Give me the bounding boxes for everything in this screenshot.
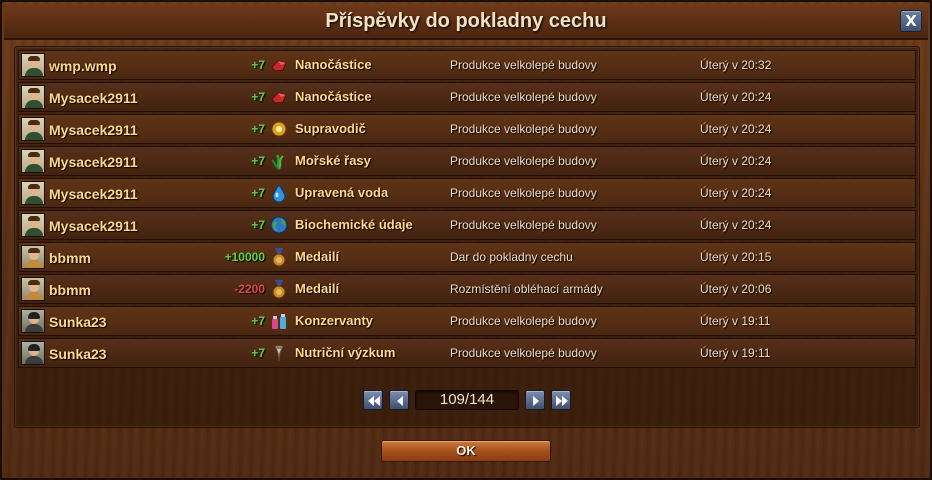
good-name: Medailí [295, 249, 340, 264]
avatar[interactable] [21, 149, 45, 173]
contribution-amount: +7 [251, 314, 265, 328]
contribution-amount: +7 [251, 122, 265, 136]
contributions-list: wmp.wmp +7 Nanočástice Produkce velkolepé b… [18, 50, 916, 370]
double-chevron-left-icon [368, 396, 380, 406]
avatar[interactable] [21, 53, 45, 77]
timestamp: Úterý v 19:11 [700, 314, 771, 328]
player-name[interactable]: Mysacek2911 [49, 115, 138, 143]
avatar[interactable] [21, 181, 45, 205]
player-name[interactable]: Mysacek2911 [49, 83, 138, 111]
contribution-amount: +7 [251, 218, 265, 232]
chevron-right-icon [533, 396, 539, 406]
contribution-amount: +7 [251, 154, 265, 168]
player-name[interactable]: Mysacek2911 [49, 211, 138, 239]
timestamp: Úterý v 20:06 [700, 282, 772, 296]
close-button[interactable]: X [900, 10, 922, 32]
superconductor-icon [269, 119, 289, 139]
timestamp: Úterý v 20:24 [700, 122, 772, 136]
table-row: wmp.wmp +7 Nanočástice Produkce velkolepé b… [18, 50, 916, 80]
avatar[interactable] [21, 117, 45, 141]
good-name: Mořské řasy [295, 153, 371, 168]
good-name: Nutriční výzkum [295, 345, 396, 360]
last-page-button[interactable] [551, 390, 571, 410]
player-name[interactable]: Sunka23 [49, 307, 107, 335]
good-name: Upravená voda [295, 185, 389, 200]
contribution-reason: Produkce velkolepé budovy [450, 90, 597, 104]
medal-icon [269, 279, 289, 299]
timestamp: Úterý v 19:11 [700, 346, 771, 360]
guild-treasury-contributions-window: Příspěvky do pokladny cechu X wmp.wmp +7 N… [0, 0, 932, 480]
title-bar: Příspěvky do pokladny cechu X [4, 4, 928, 40]
contribution-amount: -2200 [234, 282, 265, 296]
table-row: Sunka23 +7 Nutriční výzkum Produkce velkole… [18, 338, 916, 368]
contribution-reason: Dar do pokladny cechu [450, 250, 573, 264]
contribution-reason: Produkce velkolepé budovy [450, 218, 597, 232]
player-name[interactable]: bbmm [49, 275, 91, 303]
contribution-amount: +7 [251, 58, 265, 72]
contribution-reason: Produkce velkolepé budovy [450, 346, 597, 360]
chevron-left-icon [397, 396, 403, 406]
good-name: Medailí [295, 281, 340, 296]
good-name: Nanočástice [295, 89, 372, 104]
contribution-reason: Produkce velkolepé budovy [450, 186, 597, 200]
globe-icon [269, 215, 289, 235]
contribution-reason: Produkce velkolepé budovy [450, 154, 597, 168]
contribution-reason: Rozmístění obléhací armády [450, 282, 603, 296]
contribution-amount: +7 [251, 186, 265, 200]
table-row: Mysacek2911 +7 Nanočástice Produkce velkole… [18, 82, 916, 112]
timestamp: Úterý v 20:24 [700, 90, 772, 104]
window-title: Příspěvky do pokladny cechu [325, 10, 607, 32]
table-row: bbmm +10000 Medailí Dar do pokladny cechu Út… [18, 242, 916, 272]
player-name[interactable]: Mysacek2911 [49, 147, 138, 175]
contribution-amount: +7 [251, 346, 265, 360]
player-name[interactable]: bbmm [49, 243, 91, 271]
avatar[interactable] [21, 309, 45, 333]
ok-button[interactable]: OK [381, 440, 551, 462]
good-name: Konzervanty [295, 313, 374, 328]
avatar[interactable] [21, 277, 45, 301]
medal-icon [269, 247, 289, 267]
table-row: bbmm -2200 Medailí Rozmístění obléhací armá… [18, 274, 916, 304]
page-indicator: 109/144 [415, 390, 519, 410]
timestamp: Úterý v 20:24 [700, 154, 772, 168]
timestamp: Úterý v 20:15 [700, 250, 772, 264]
previous-page-button[interactable] [389, 390, 409, 410]
nutrition-research-icon [269, 343, 289, 363]
contribution-reason: Produkce velkolepé budovy [450, 122, 597, 136]
player-name[interactable]: wmp.wmp [49, 51, 117, 79]
timestamp: Úterý v 20:24 [700, 218, 772, 232]
avatar[interactable] [21, 341, 45, 365]
avatar[interactable] [21, 245, 45, 269]
contribution-amount: +7 [251, 90, 265, 104]
contribution-amount: +10000 [224, 250, 265, 264]
table-row: Mysacek2911 +7 Upravená voda Produkce velko… [18, 178, 916, 208]
player-name[interactable]: Sunka23 [49, 339, 107, 367]
avatar[interactable] [21, 213, 45, 237]
good-name: Supravodič [295, 121, 366, 136]
timestamp: Úterý v 20:24 [700, 186, 772, 200]
table-row: Mysacek2911 +7 Biochemické údaje Produkce v… [18, 210, 916, 240]
water-drop-icon [269, 183, 289, 203]
table-row: Mysacek2911 +7 Mořské řasy Produkce velkole… [18, 146, 916, 176]
contribution-reason: Produkce velkolepé budovy [450, 314, 597, 328]
seaweed-icon [269, 151, 289, 171]
table-row: Mysacek2911 +7 Supravodič Produkce velkolep… [18, 114, 916, 144]
player-name[interactable]: Mysacek2911 [49, 179, 138, 207]
nanoparticles-icon [269, 55, 289, 75]
first-page-button[interactable] [363, 390, 383, 410]
next-page-button[interactable] [525, 390, 545, 410]
table-row: Sunka23 +7 Konzervanty Produkce velkolepé b… [18, 306, 916, 336]
double-chevron-right-icon [556, 396, 568, 406]
good-name: Biochemické údaje [295, 217, 413, 232]
timestamp: Úterý v 20:32 [700, 58, 772, 72]
nanoparticles-icon [269, 87, 289, 107]
preservatives-icon [269, 311, 289, 331]
good-name: Nanočástice [295, 57, 372, 72]
avatar[interactable] [21, 85, 45, 109]
contributions-list-panel: wmp.wmp +7 Nanočástice Produkce velkolepé b… [14, 46, 920, 428]
contribution-reason: Produkce velkolepé budovy [450, 58, 597, 72]
